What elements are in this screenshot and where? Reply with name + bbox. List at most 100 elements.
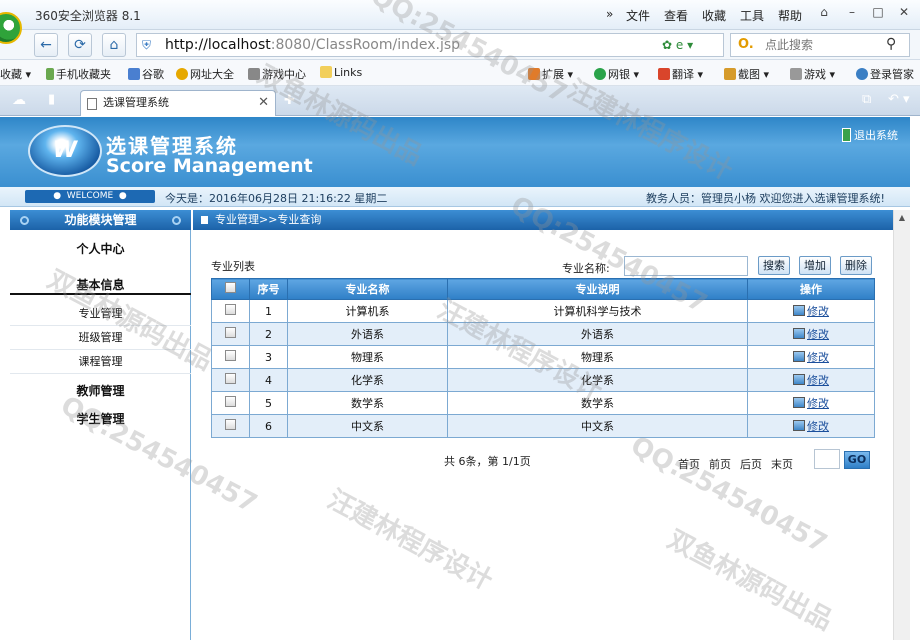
compat-mode-icon[interactable]: ✿ e ▾ [662,38,693,52]
menu-basic-info[interactable]: 基本信息 [10,276,191,293]
scroll-up-icon[interactable]: ▲ [894,210,910,226]
row-select-cell[interactable] [211,391,250,415]
menu-teacher-mgmt[interactable]: 教师管理 [10,382,191,399]
back-button[interactable]: ← [34,33,58,57]
edit-icon[interactable] [793,305,805,316]
record-summary: 共 6条，第 1/1页 [444,455,531,468]
game-icon [790,68,802,80]
ext-bank[interactable]: 网银 ▾ [594,66,639,82]
select-all-checkbox[interactable] [225,282,236,293]
menu-item-major[interactable]: 专业管理 [10,302,191,326]
fav-sites[interactable]: 网址大全 [176,66,234,82]
menu-arrows-icon[interactable]: » [606,7,613,21]
menu-header: 功能模块管理 [10,210,191,230]
cloud-icon[interactable]: ☁ [12,92,26,108]
select-all-header[interactable] [211,278,250,300]
fav-collect[interactable]: 收藏 ▾ [0,66,31,82]
row-select-cell[interactable] [211,299,250,323]
pager-next[interactable]: 后页 [740,456,762,472]
row-select-cell[interactable] [211,345,250,369]
edit-link[interactable]: 修改 [807,374,829,387]
extension-icon [528,68,540,80]
close-window-icon[interactable]: ✕ [894,4,914,20]
pager-first[interactable]: 首页 [678,456,700,472]
edit-icon[interactable] [793,328,805,339]
new-tab-icon[interactable]: ✚ [284,93,295,108]
row-major-name: 数学系 [287,391,448,415]
major-name-input[interactable] [624,256,748,276]
ext-games[interactable]: 游戏 ▾ [790,66,835,82]
edit-link[interactable]: 修改 [807,328,829,341]
address-bar[interactable]: http://localhost:8080/ClassRoom/index.js… [136,33,724,57]
undo-icon[interactable]: ↶ ▾ [888,92,910,107]
menu-favorites[interactable]: 收藏 [702,7,726,24]
folder-icon [320,66,332,78]
skin-icon[interactable]: ⌂ [814,4,834,20]
menu-help[interactable]: 帮助 [778,7,802,24]
menu-item-class[interactable]: 班级管理 [10,326,191,350]
page-number-input[interactable] [814,449,840,469]
menu-student-mgmt[interactable]: 学生管理 [10,410,191,427]
scissors-icon [724,68,736,80]
ext-translate[interactable]: 翻译 ▾ [658,66,703,82]
row-no: 1 [249,299,288,323]
row-select-cell[interactable] [211,368,250,392]
row-checkbox[interactable] [225,373,236,384]
restore-tab-icon[interactable]: ⧉ [862,92,871,107]
pager-last[interactable]: 末页 [771,456,793,472]
row-checkbox[interactable] [225,396,236,407]
search-engine-icon[interactable]: O. [738,37,754,52]
edit-icon[interactable] [793,397,805,408]
edit-link[interactable]: 修改 [807,305,829,318]
menu-file[interactable]: 文件 [626,7,650,24]
row-checkbox[interactable] [225,327,236,338]
search-button[interactable]: 搜索 [758,256,790,275]
scrollbar[interactable]: ▲ [893,210,910,640]
home-button[interactable]: ⌂ [102,33,126,57]
row-select-cell[interactable] [211,322,250,346]
col-name: 专业名称 [287,278,448,300]
edit-link[interactable]: 修改 [807,420,829,433]
close-tab-icon[interactable]: ✕ [258,91,269,115]
favorites-bar: 收藏 ▾ 手机收藏夹 谷歌 网址大全 游戏中心 Links 扩展 ▾ 网银 ▾ … [0,60,920,86]
tab-course-system[interactable]: 选课管理系统 ✕ [80,90,276,116]
row-action: 修改 [747,299,875,323]
maximize-icon[interactable]: □ [868,4,888,20]
edit-icon[interactable] [793,420,805,431]
edit-icon[interactable] [793,374,805,385]
row-major-name: 物理系 [287,345,448,369]
edit-icon[interactable] [793,351,805,362]
menu-personal-center[interactable]: 个人中心 [10,240,191,257]
col-no: 序号 [249,278,288,300]
web-page: W 选课管理系统 Score Management 退出系统 ● WELCOME… [0,117,920,640]
row-checkbox[interactable] [225,419,236,430]
edit-link[interactable]: 修改 [807,397,829,410]
sidebar-toggle-icon[interactable]: ▮ [48,92,55,107]
menu-item-course[interactable]: 课程管理 [10,350,191,374]
list-title: 专业列表 [211,260,255,273]
breadcrumb: 专业管理>>专业查询 [193,210,907,230]
fav-games[interactable]: 游戏中心 [248,66,306,82]
minimize-icon[interactable]: – [842,4,862,20]
menu-view[interactable]: 查看 [664,7,688,24]
pager-prev[interactable]: 前页 [709,456,731,472]
search-icon[interactable]: ⚲ [886,36,896,52]
menu-tools[interactable]: 工具 [740,7,764,24]
edit-link[interactable]: 修改 [807,351,829,364]
fav-mobile[interactable]: 手机收藏夹 [46,66,111,82]
refresh-button[interactable]: ⟳ [68,33,92,57]
ext-extensions[interactable]: 扩展 ▾ [528,66,573,82]
add-button[interactable]: 增加 [799,256,831,275]
row-select-cell[interactable] [211,414,250,438]
delete-button[interactable]: 删除 [840,256,872,275]
sites-icon [176,68,188,80]
logout-link[interactable]: 退出系统 [842,127,898,143]
search-input[interactable]: 点此搜索 [730,33,910,57]
ext-login[interactable]: 登录管家 [856,66,914,82]
row-checkbox[interactable] [225,304,236,315]
ext-screenshot[interactable]: 截图 ▾ [724,66,769,82]
go-button[interactable]: GO [844,451,870,469]
fav-google[interactable]: 谷歌 [128,66,164,82]
fav-links[interactable]: Links [320,66,362,79]
row-checkbox[interactable] [225,350,236,361]
